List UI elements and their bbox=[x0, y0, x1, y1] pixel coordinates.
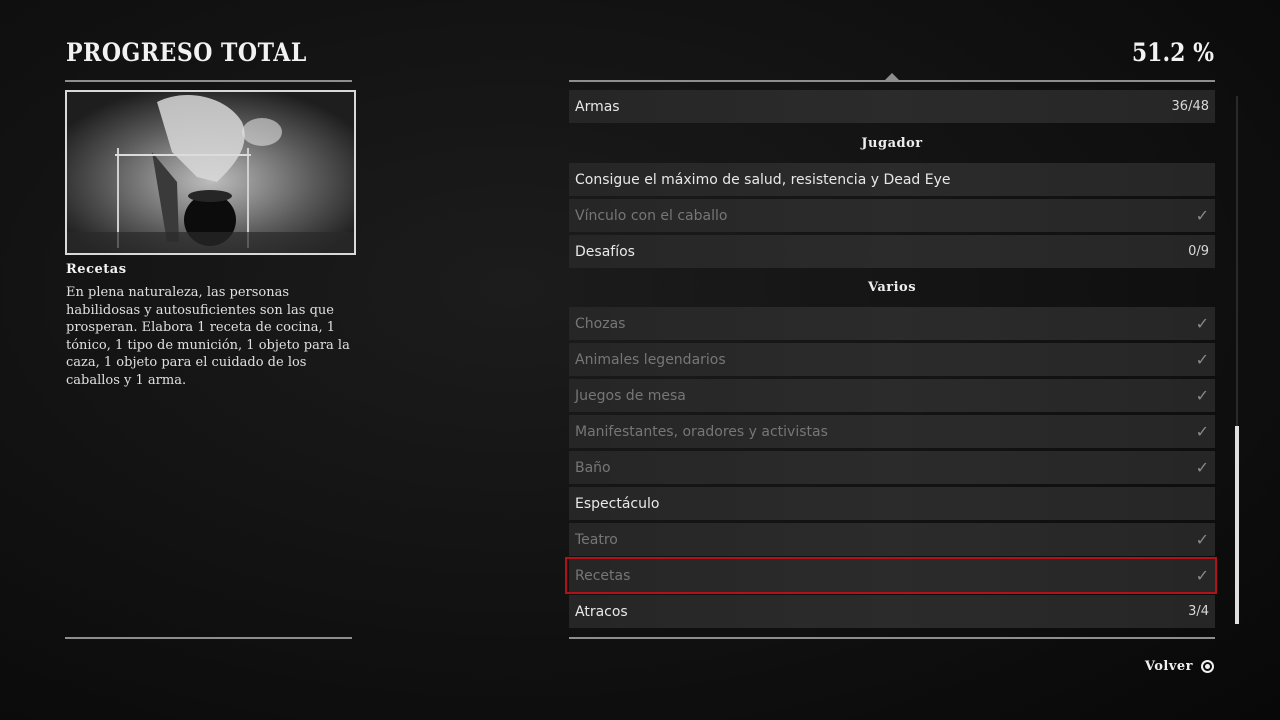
checkmark-icon: ✓ bbox=[1195, 314, 1209, 333]
list-item-salud[interactable]: Consigue el máximo de salud, resistencia… bbox=[569, 163, 1215, 196]
list-item-label: Armas bbox=[575, 98, 620, 115]
list-item-label: Animales legendarios bbox=[575, 351, 726, 368]
detail-title: Recetas bbox=[66, 262, 127, 277]
list-item-label: Desafíos bbox=[575, 243, 635, 260]
list-item-label: Vínculo con el caballo bbox=[575, 207, 728, 224]
list-item-label: Teatro bbox=[575, 531, 618, 548]
left-bottom-divider bbox=[65, 637, 352, 639]
left-top-divider bbox=[65, 80, 352, 82]
recipe-image bbox=[65, 90, 356, 255]
page-title: PROGRESO TOTAL bbox=[66, 38, 307, 68]
list-item-vinculo[interactable]: Vínculo con el caballo ✓ bbox=[569, 199, 1215, 232]
list-item-manifestantes[interactable]: Manifestantes, oradores y activistas ✓ bbox=[569, 415, 1215, 448]
checkmark-icon: ✓ bbox=[1195, 206, 1209, 225]
section-header-jugador: Jugador bbox=[861, 135, 923, 151]
circle-button-icon bbox=[1201, 660, 1214, 673]
list-item-label: Espectáculo bbox=[575, 495, 660, 512]
detail-description: En plena naturaleza, las personas habili… bbox=[66, 285, 350, 388]
scrollbar-thumb[interactable] bbox=[1235, 426, 1239, 624]
list-item-chozas[interactable]: Chozas ✓ bbox=[569, 307, 1215, 340]
section-header-varios: Varios bbox=[867, 279, 917, 295]
checkmark-icon: ✓ bbox=[1195, 530, 1209, 549]
list-item-atracos[interactable]: Atracos 3/4 bbox=[569, 595, 1215, 628]
list-item-bano[interactable]: Baño ✓ bbox=[569, 451, 1215, 484]
list-item-label: Juegos de mesa bbox=[575, 387, 686, 404]
list-item-animales[interactable]: Animales legendarios ✓ bbox=[569, 343, 1215, 376]
checkmark-icon: ✓ bbox=[1195, 386, 1209, 405]
list-item-juegos[interactable]: Juegos de mesa ✓ bbox=[569, 379, 1215, 412]
list-item-value: 3/4 bbox=[1188, 604, 1209, 619]
checkmark-icon: ✓ bbox=[1195, 422, 1209, 441]
list-item-label: Atracos bbox=[575, 603, 628, 620]
list-item-desafios[interactable]: Desafíos 0/9 bbox=[569, 235, 1215, 268]
list-item-armas[interactable]: Armas 36/48 bbox=[569, 90, 1215, 123]
list-item-label: Baño bbox=[575, 459, 611, 476]
list-item-label: Manifestantes, oradores y activistas bbox=[575, 423, 828, 440]
selection-highlight bbox=[565, 557, 1217, 594]
checkmark-icon: ✓ bbox=[1195, 350, 1209, 369]
list-item-value: 0/9 bbox=[1188, 244, 1209, 259]
list-item-teatro[interactable]: Teatro ✓ bbox=[569, 523, 1215, 556]
right-top-divider bbox=[569, 80, 1215, 82]
list-item-value: 36/48 bbox=[1171, 99, 1209, 114]
back-button[interactable]: Volver bbox=[1145, 659, 1214, 674]
right-bottom-divider bbox=[569, 637, 1215, 639]
scroll-up-caret-icon[interactable] bbox=[885, 73, 899, 80]
list-item-label: Chozas bbox=[575, 315, 626, 332]
list-item-espectaculo[interactable]: Espectáculo bbox=[569, 487, 1215, 520]
back-label: Volver bbox=[1144, 659, 1193, 674]
checkmark-icon: ✓ bbox=[1195, 458, 1209, 477]
progress-percent: 51.2 % bbox=[1131, 38, 1214, 68]
list-item-label: Consigue el máximo de salud, resistencia… bbox=[575, 171, 951, 188]
